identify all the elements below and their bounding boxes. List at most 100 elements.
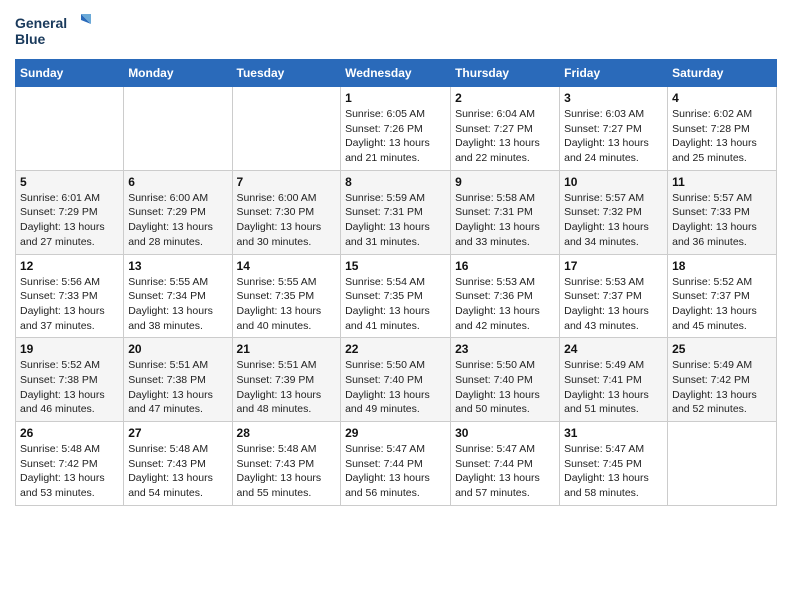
calendar-cell: 5 Sunrise: 6:01 AMSunset: 7:29 PMDaylight… (16, 170, 124, 254)
day-number: 1 (345, 91, 446, 105)
day-number: 27 (128, 426, 227, 440)
day-number: 24 (564, 342, 663, 356)
calendar-cell: 12 Sunrise: 5:56 AMSunset: 7:33 PMDayligh… (16, 254, 124, 338)
day-number: 22 (345, 342, 446, 356)
day-info: Sunrise: 5:48 AMSunset: 7:43 PMDaylight:… (237, 442, 337, 501)
day-number: 12 (20, 259, 119, 273)
day-info: Sunrise: 5:49 AMSunset: 7:42 PMDaylight:… (672, 358, 772, 417)
day-number: 16 (455, 259, 555, 273)
calendar-cell: 29 Sunrise: 5:47 AMSunset: 7:44 PMDayligh… (341, 422, 451, 506)
day-number: 30 (455, 426, 555, 440)
svg-text:Blue: Blue (15, 31, 46, 47)
day-info: Sunrise: 5:47 AMSunset: 7:44 PMDaylight:… (345, 442, 446, 501)
calendar-cell: 30 Sunrise: 5:47 AMSunset: 7:44 PMDayligh… (451, 422, 560, 506)
day-number: 14 (237, 259, 337, 273)
calendar-table: SundayMondayTuesdayWednesdayThursdayFrid… (15, 59, 777, 506)
calendar-cell: 20 Sunrise: 5:51 AMSunset: 7:38 PMDayligh… (124, 338, 232, 422)
day-info: Sunrise: 5:48 AMSunset: 7:43 PMDaylight:… (128, 442, 227, 501)
calendar-cell: 26 Sunrise: 5:48 AMSunset: 7:42 PMDayligh… (16, 422, 124, 506)
calendar-cell (16, 87, 124, 171)
calendar-cell (124, 87, 232, 171)
day-number: 29 (345, 426, 446, 440)
day-number: 10 (564, 175, 663, 189)
weekday-header-monday: Monday (124, 60, 232, 87)
day-info: Sunrise: 5:56 AMSunset: 7:33 PMDaylight:… (20, 275, 119, 334)
calendar-cell: 9 Sunrise: 5:58 AMSunset: 7:31 PMDaylight… (451, 170, 560, 254)
day-number: 21 (237, 342, 337, 356)
day-number: 20 (128, 342, 227, 356)
calendar-cell: 25 Sunrise: 5:49 AMSunset: 7:42 PMDayligh… (668, 338, 777, 422)
day-info: Sunrise: 6:02 AMSunset: 7:28 PMDaylight:… (672, 107, 772, 166)
day-number: 28 (237, 426, 337, 440)
day-info: Sunrise: 6:04 AMSunset: 7:27 PMDaylight:… (455, 107, 555, 166)
day-number: 23 (455, 342, 555, 356)
calendar-cell: 27 Sunrise: 5:48 AMSunset: 7:43 PMDayligh… (124, 422, 232, 506)
day-info: Sunrise: 5:57 AMSunset: 7:33 PMDaylight:… (672, 191, 772, 250)
day-number: 9 (455, 175, 555, 189)
day-info: Sunrise: 5:59 AMSunset: 7:31 PMDaylight:… (345, 191, 446, 250)
day-number: 6 (128, 175, 227, 189)
day-info: Sunrise: 5:51 AMSunset: 7:38 PMDaylight:… (128, 358, 227, 417)
day-number: 26 (20, 426, 119, 440)
day-number: 4 (672, 91, 772, 105)
day-info: Sunrise: 6:01 AMSunset: 7:29 PMDaylight:… (20, 191, 119, 250)
logo-svg: General Blue (15, 10, 95, 55)
day-number: 7 (237, 175, 337, 189)
logo: General Blue (15, 10, 95, 55)
calendar-cell: 28 Sunrise: 5:48 AMSunset: 7:43 PMDayligh… (232, 422, 341, 506)
calendar-cell: 23 Sunrise: 5:50 AMSunset: 7:40 PMDayligh… (451, 338, 560, 422)
day-info: Sunrise: 5:52 AMSunset: 7:38 PMDaylight:… (20, 358, 119, 417)
weekday-header-saturday: Saturday (668, 60, 777, 87)
day-number: 15 (345, 259, 446, 273)
day-number: 19 (20, 342, 119, 356)
day-number: 8 (345, 175, 446, 189)
day-info: Sunrise: 5:55 AMSunset: 7:35 PMDaylight:… (237, 275, 337, 334)
day-number: 11 (672, 175, 772, 189)
weekday-header-sunday: Sunday (16, 60, 124, 87)
calendar-cell: 4 Sunrise: 6:02 AMSunset: 7:28 PMDaylight… (668, 87, 777, 171)
day-info: Sunrise: 5:58 AMSunset: 7:31 PMDaylight:… (455, 191, 555, 250)
calendar-cell: 14 Sunrise: 5:55 AMSunset: 7:35 PMDayligh… (232, 254, 341, 338)
day-info: Sunrise: 5:53 AMSunset: 7:36 PMDaylight:… (455, 275, 555, 334)
calendar-cell: 6 Sunrise: 6:00 AMSunset: 7:29 PMDaylight… (124, 170, 232, 254)
calendar-cell: 3 Sunrise: 6:03 AMSunset: 7:27 PMDaylight… (560, 87, 668, 171)
day-number: 5 (20, 175, 119, 189)
day-number: 25 (672, 342, 772, 356)
day-info: Sunrise: 6:00 AMSunset: 7:29 PMDaylight:… (128, 191, 227, 250)
weekday-header-tuesday: Tuesday (232, 60, 341, 87)
day-info: Sunrise: 5:47 AMSunset: 7:44 PMDaylight:… (455, 442, 555, 501)
calendar-cell: 7 Sunrise: 6:00 AMSunset: 7:30 PMDaylight… (232, 170, 341, 254)
calendar-cell: 16 Sunrise: 5:53 AMSunset: 7:36 PMDayligh… (451, 254, 560, 338)
calendar-cell: 13 Sunrise: 5:55 AMSunset: 7:34 PMDayligh… (124, 254, 232, 338)
day-info: Sunrise: 5:55 AMSunset: 7:34 PMDaylight:… (128, 275, 227, 334)
day-info: Sunrise: 5:53 AMSunset: 7:37 PMDaylight:… (564, 275, 663, 334)
calendar-cell: 18 Sunrise: 5:52 AMSunset: 7:37 PMDayligh… (668, 254, 777, 338)
day-info: Sunrise: 6:03 AMSunset: 7:27 PMDaylight:… (564, 107, 663, 166)
day-info: Sunrise: 5:47 AMSunset: 7:45 PMDaylight:… (564, 442, 663, 501)
calendar-cell: 8 Sunrise: 5:59 AMSunset: 7:31 PMDaylight… (341, 170, 451, 254)
calendar-cell: 21 Sunrise: 5:51 AMSunset: 7:39 PMDayligh… (232, 338, 341, 422)
svg-text:General: General (15, 15, 67, 31)
day-info: Sunrise: 5:50 AMSunset: 7:40 PMDaylight:… (455, 358, 555, 417)
calendar-cell (232, 87, 341, 171)
day-info: Sunrise: 5:48 AMSunset: 7:42 PMDaylight:… (20, 442, 119, 501)
day-number: 31 (564, 426, 663, 440)
day-info: Sunrise: 5:52 AMSunset: 7:37 PMDaylight:… (672, 275, 772, 334)
page-header: General Blue (15, 10, 777, 55)
day-number: 3 (564, 91, 663, 105)
day-info: Sunrise: 5:54 AMSunset: 7:35 PMDaylight:… (345, 275, 446, 334)
day-info: Sunrise: 6:00 AMSunset: 7:30 PMDaylight:… (237, 191, 337, 250)
day-number: 18 (672, 259, 772, 273)
day-info: Sunrise: 5:51 AMSunset: 7:39 PMDaylight:… (237, 358, 337, 417)
day-number: 13 (128, 259, 227, 273)
weekday-header-wednesday: Wednesday (341, 60, 451, 87)
weekday-header-friday: Friday (560, 60, 668, 87)
weekday-header-thursday: Thursday (451, 60, 560, 87)
day-info: Sunrise: 5:50 AMSunset: 7:40 PMDaylight:… (345, 358, 446, 417)
calendar-cell: 19 Sunrise: 5:52 AMSunset: 7:38 PMDayligh… (16, 338, 124, 422)
day-number: 2 (455, 91, 555, 105)
calendar-cell: 15 Sunrise: 5:54 AMSunset: 7:35 PMDayligh… (341, 254, 451, 338)
day-info: Sunrise: 5:49 AMSunset: 7:41 PMDaylight:… (564, 358, 663, 417)
calendar-cell: 17Sunrise: 5:53 AMSunset: 7:37 PMDayligh… (560, 254, 668, 338)
calendar-cell (668, 422, 777, 506)
